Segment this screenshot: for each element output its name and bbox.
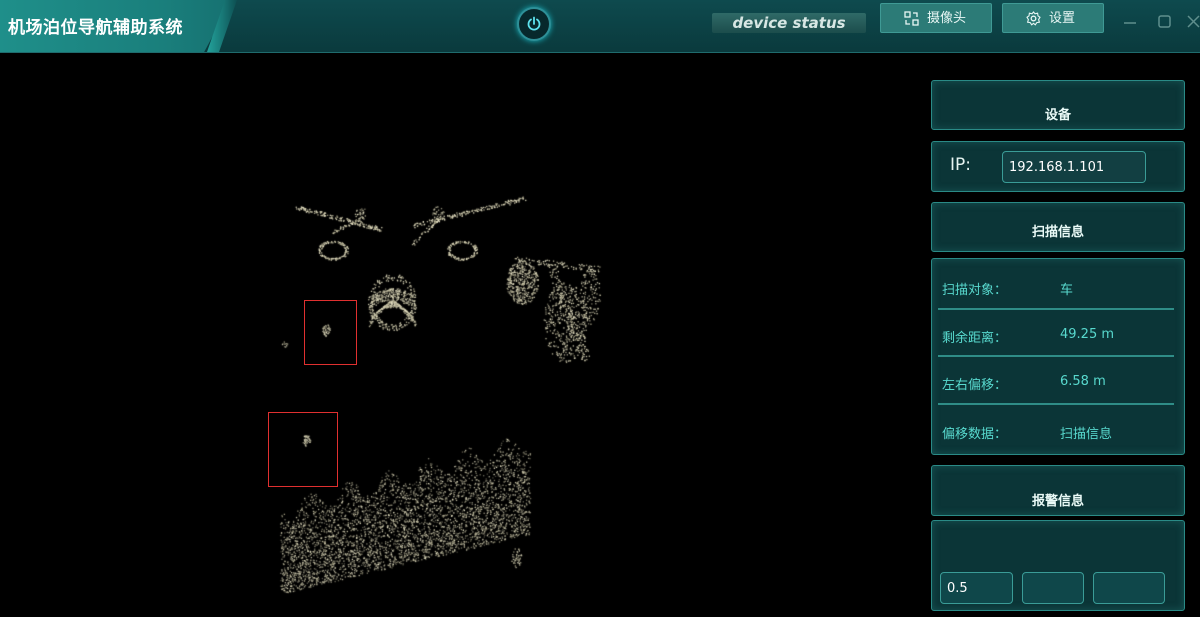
- scan-header-label: 扫描信息: [1031, 225, 1084, 240]
- info-value: 扫描信息: [1060, 427, 1113, 442]
- info-key: 偏移数据：: [942, 427, 1008, 442]
- info-key: 剩余距离：: [942, 331, 1008, 346]
- app-title: 机场泊位导航辅助系统: [8, 18, 183, 38]
- ip-input[interactable]: [1002, 151, 1146, 183]
- point-cloud-canvas[interactable]: [0, 54, 925, 617]
- divider: [938, 403, 1174, 405]
- close-icon[interactable]: [1186, 14, 1200, 30]
- detection-box: [304, 300, 357, 365]
- alarm-threshold-input[interactable]: [940, 572, 1013, 604]
- info-key: 左右偏移：: [942, 378, 1008, 393]
- device-panel-header: 设备: [931, 80, 1185, 130]
- detection-box: [268, 412, 338, 487]
- alarm-field-3[interactable]: [1093, 572, 1165, 604]
- camera-button-label: 摄像头: [927, 11, 967, 26]
- settings-button-label: 设置: [1049, 11, 1076, 26]
- ip-label: IP:: [950, 155, 971, 175]
- scan-target-row: 扫描对象： 车: [942, 279, 1174, 301]
- camera-icon: [904, 11, 919, 26]
- offset-data-row: 偏移数据： 扫描信息: [942, 423, 1174, 445]
- info-value: 49.25 m: [1060, 327, 1115, 342]
- info-key: 扫描对象：: [942, 283, 1008, 298]
- device-status-badge: device status: [712, 13, 866, 33]
- info-value: 车: [1060, 283, 1074, 298]
- divider: [938, 355, 1174, 357]
- maximize-icon[interactable]: [1157, 14, 1173, 30]
- settings-button[interactable]: 设置: [1002, 3, 1104, 33]
- scan-info-panel: 扫描对象： 车 剩余距离： 49.25 m 左右偏移： 6.58 m 偏移数据：…: [931, 258, 1185, 455]
- scan-info-header: 扫描信息: [931, 202, 1185, 252]
- alarm-header-label: 报警信息: [1031, 494, 1084, 509]
- power-button[interactable]: [517, 7, 551, 41]
- title-bar: 机场泊位导航辅助系统 device status 摄像头 设置: [0, 0, 1200, 53]
- remaining-distance-row: 剩余距离： 49.25 m: [942, 327, 1174, 349]
- gear-icon: [1026, 11, 1041, 26]
- ip-panel: IP:: [931, 141, 1185, 192]
- lateral-offset-row: 左右偏移： 6.58 m: [942, 374, 1174, 396]
- power-icon: [527, 16, 541, 31]
- device-header-label: 设备: [1044, 108, 1071, 123]
- camera-button[interactable]: 摄像头: [880, 3, 992, 33]
- alarm-info-header: 报警信息: [931, 465, 1185, 516]
- alarm-panel: [931, 520, 1185, 611]
- divider: [938, 308, 1174, 310]
- minimize-icon[interactable]: [1122, 14, 1138, 30]
- info-value: 6.58 m: [1060, 374, 1106, 389]
- point-cloud-view[interactable]: [0, 54, 925, 617]
- alarm-field-2[interactable]: [1022, 572, 1084, 604]
- device-status-label: device status: [732, 14, 846, 32]
